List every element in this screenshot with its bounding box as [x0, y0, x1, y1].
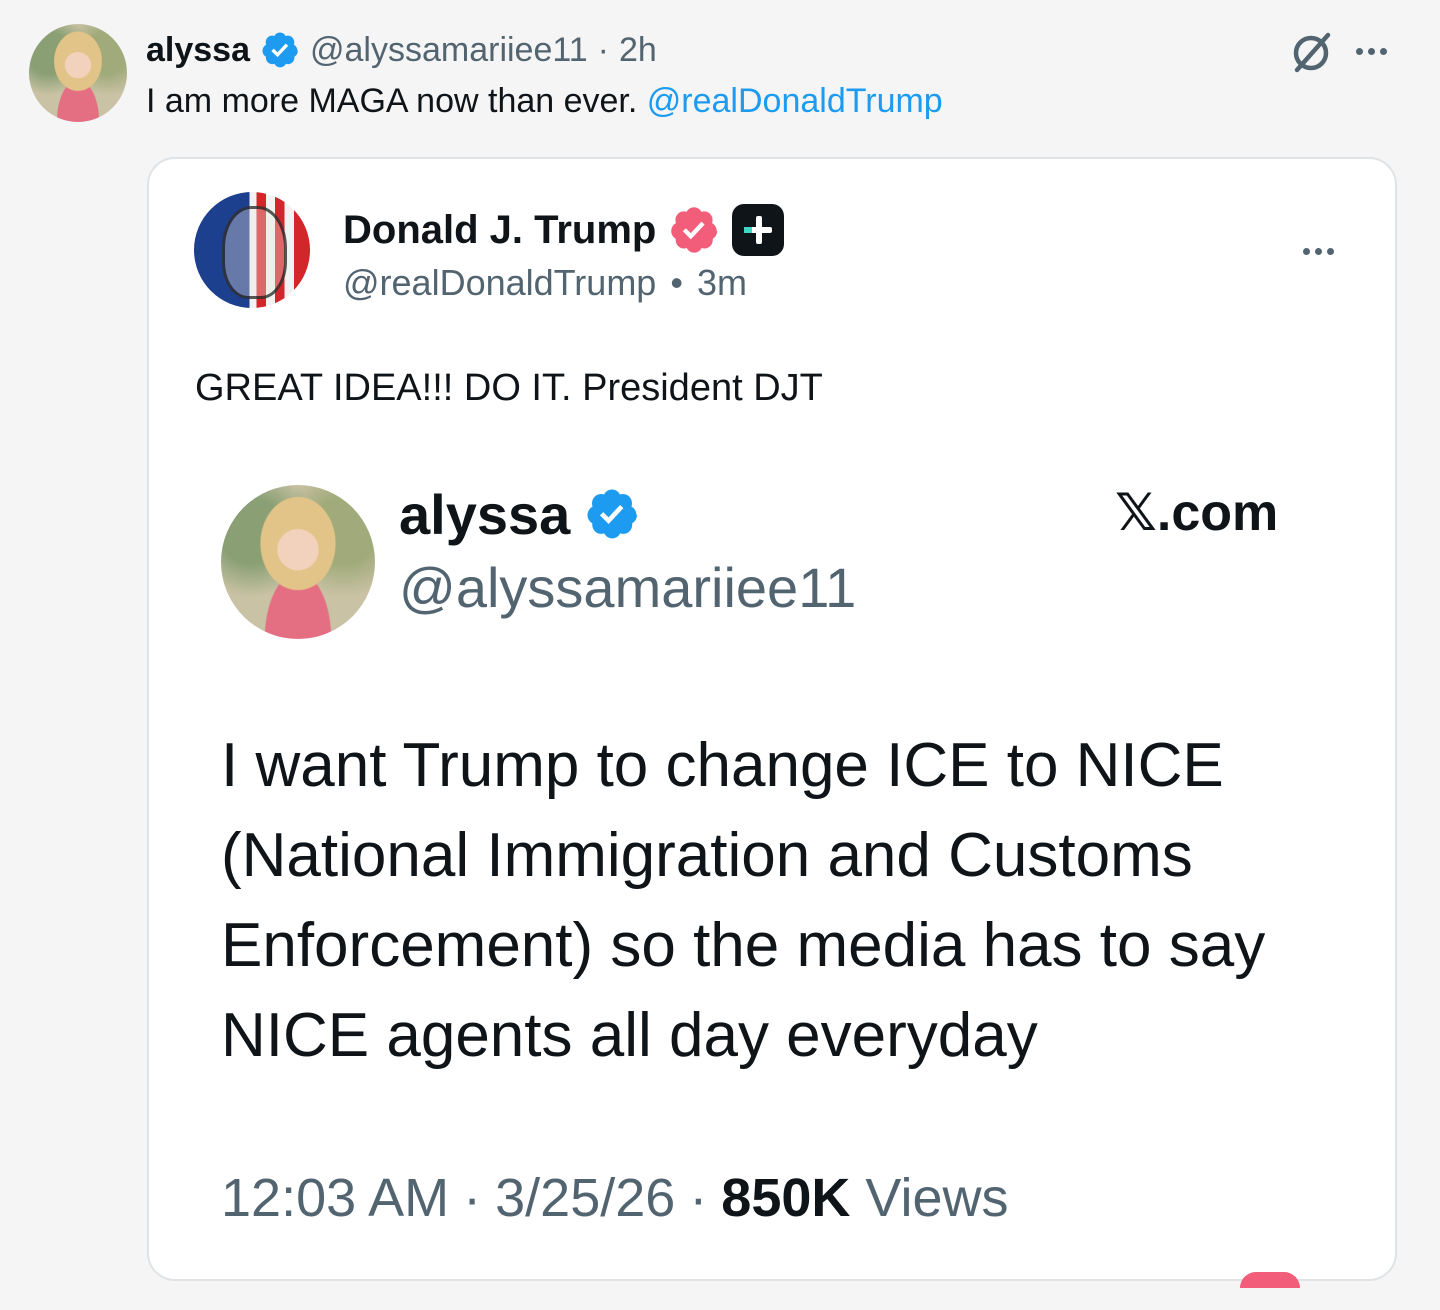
avatar[interactable]: [29, 24, 127, 122]
author-name[interactable]: alyssa: [146, 31, 250, 70]
verified-badge-icon: [668, 204, 720, 256]
views-count: 850K: [721, 1168, 851, 1228]
plus-badge-icon: [732, 204, 785, 256]
embedded-image[interactable]: alyssa 𝕏.com @alyssamariiee11 I want Tru…: [149, 459, 1395, 1279]
screenshot-text-line: Enforcement) so the media has to say: [221, 911, 1266, 980]
mention-link[interactable]: @realDonaldTrump: [647, 82, 943, 120]
author-handle[interactable]: @alyssamariiee11: [310, 31, 588, 70]
views-label: Views: [865, 1168, 1009, 1228]
quoted-author-handle[interactable]: @realDonaldTrump: [343, 262, 656, 304]
screenshot-text-line: I want Trump to change ICE to NICE: [221, 731, 1224, 800]
separator: ·: [597, 30, 609, 69]
verified-badge-icon: [260, 30, 300, 70]
post-header: alyssa @alyssamariiee11 · 2h: [146, 29, 657, 71]
screenshot-text-line: (National Immigration and Customs: [221, 821, 1193, 890]
screenshot-text-line: NICE agents all day everyday: [221, 1001, 1038, 1070]
quoted-avatar[interactable]: [194, 192, 310, 308]
post-text: I am more MAGA now than ever. @realDonal…: [146, 82, 943, 124]
more-icon[interactable]: [1356, 46, 1387, 56]
screenshot-author-name: alyssa: [399, 482, 571, 546]
quoted-post-card[interactable]: Donald J. Trump @realDonaldTrump • 3m GR…: [147, 157, 1397, 1281]
post-body: I am more MAGA now than ever.: [146, 82, 638, 120]
screenshot-date: 3/25/26: [495, 1168, 676, 1228]
post: alyssa @alyssamariiee11 · 2h I am more M…: [0, 0, 1440, 1310]
x-logo: 𝕏.com: [1115, 484, 1279, 542]
screenshot-avatar: [221, 485, 375, 639]
verified-badge-icon: [584, 486, 640, 542]
screenshot-author-handle: @alyssamariiee11: [399, 556, 857, 619]
screenshot-meta: 12:03 AM · 3/25/26 · 850K Views: [221, 1165, 1008, 1231]
quoted-subheader: @realDonaldTrump • 3m: [343, 262, 747, 304]
quoted-author-name[interactable]: Donald J. Trump: [343, 208, 656, 253]
screenshot-text: I want Trump to change ICE to NICE (Nati…: [221, 721, 1391, 1081]
separator: ·: [689, 1168, 708, 1228]
reaction-blob: [1240, 1272, 1300, 1288]
separator: •: [670, 262, 683, 303]
separator: ·: [463, 1168, 482, 1228]
quoted-more-icon[interactable]: [1303, 246, 1334, 256]
screenshot-time: 12:03 AM: [221, 1168, 450, 1228]
quoted-post-time[interactable]: 3m: [697, 262, 747, 304]
quoted-post-text: GREAT IDEA!!! DO IT. President DJT: [195, 367, 823, 409]
avatar-face: [221, 205, 287, 299]
post-time[interactable]: 2h: [619, 31, 657, 70]
grok-icon[interactable]: [1288, 28, 1336, 76]
quoted-header: Donald J. Trump: [343, 203, 785, 257]
screenshot-header: alyssa: [399, 481, 640, 547]
